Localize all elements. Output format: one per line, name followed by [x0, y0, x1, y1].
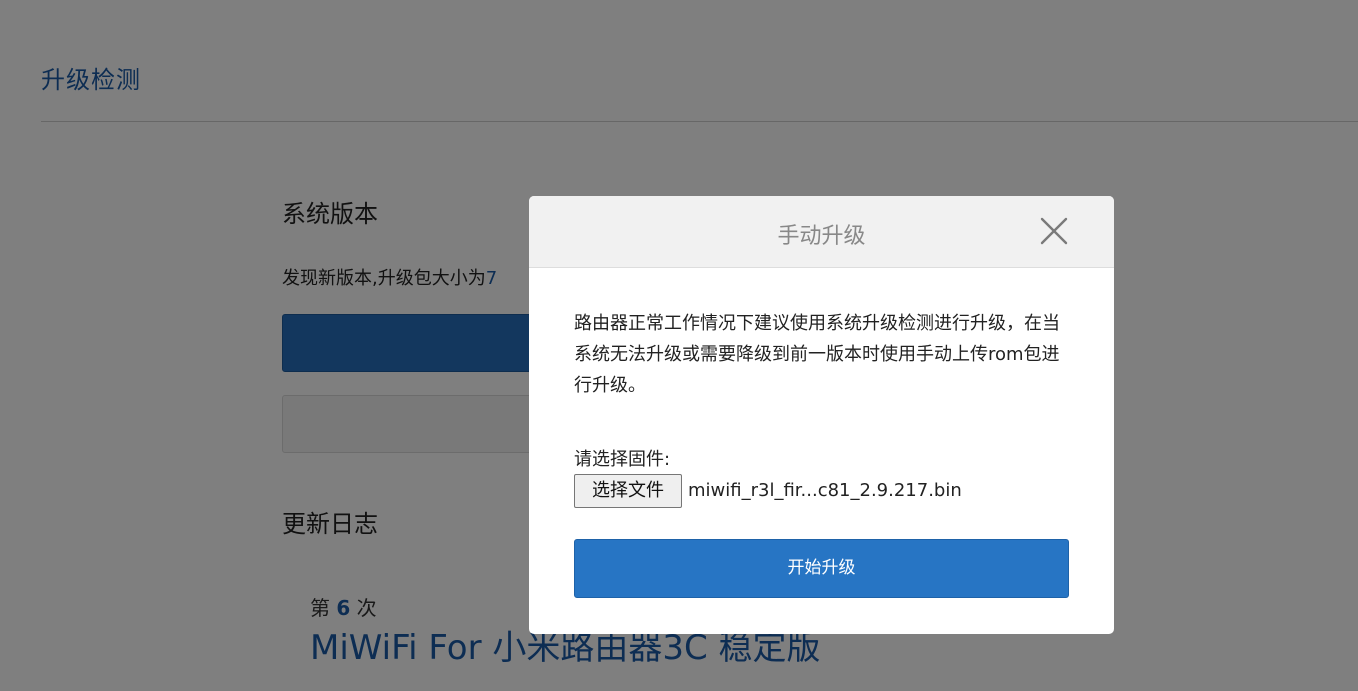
firmware-label: 请选择固件:: [574, 449, 671, 470]
choose-file-button[interactable]: 选择文件: [574, 474, 682, 508]
close-icon[interactable]: [1037, 214, 1071, 248]
dialog-title: 手动升级: [777, 224, 866, 249]
upgrade-page: 升级检测 系统版本 发现新版本,升级包大小为7 立即升级 手动升级 更新日志 第…: [0, 0, 1358, 691]
selected-file-name: miwifi_r3l_fir...c81_2.9.217.bin: [688, 480, 962, 501]
manual-upgrade-dialog: 手动升级 路由器正常工作情况下建议使用系统升级检测进行升级，在当系统无法升级或需…: [529, 196, 1114, 634]
start-upgrade-button[interactable]: 开始升级: [574, 539, 1069, 598]
dialog-description: 路由器正常工作情况下建议使用系统升级检测进行升级，在当系统无法升级或需要降级到前…: [574, 313, 1060, 396]
dialog-header: 手动升级: [529, 196, 1114, 268]
